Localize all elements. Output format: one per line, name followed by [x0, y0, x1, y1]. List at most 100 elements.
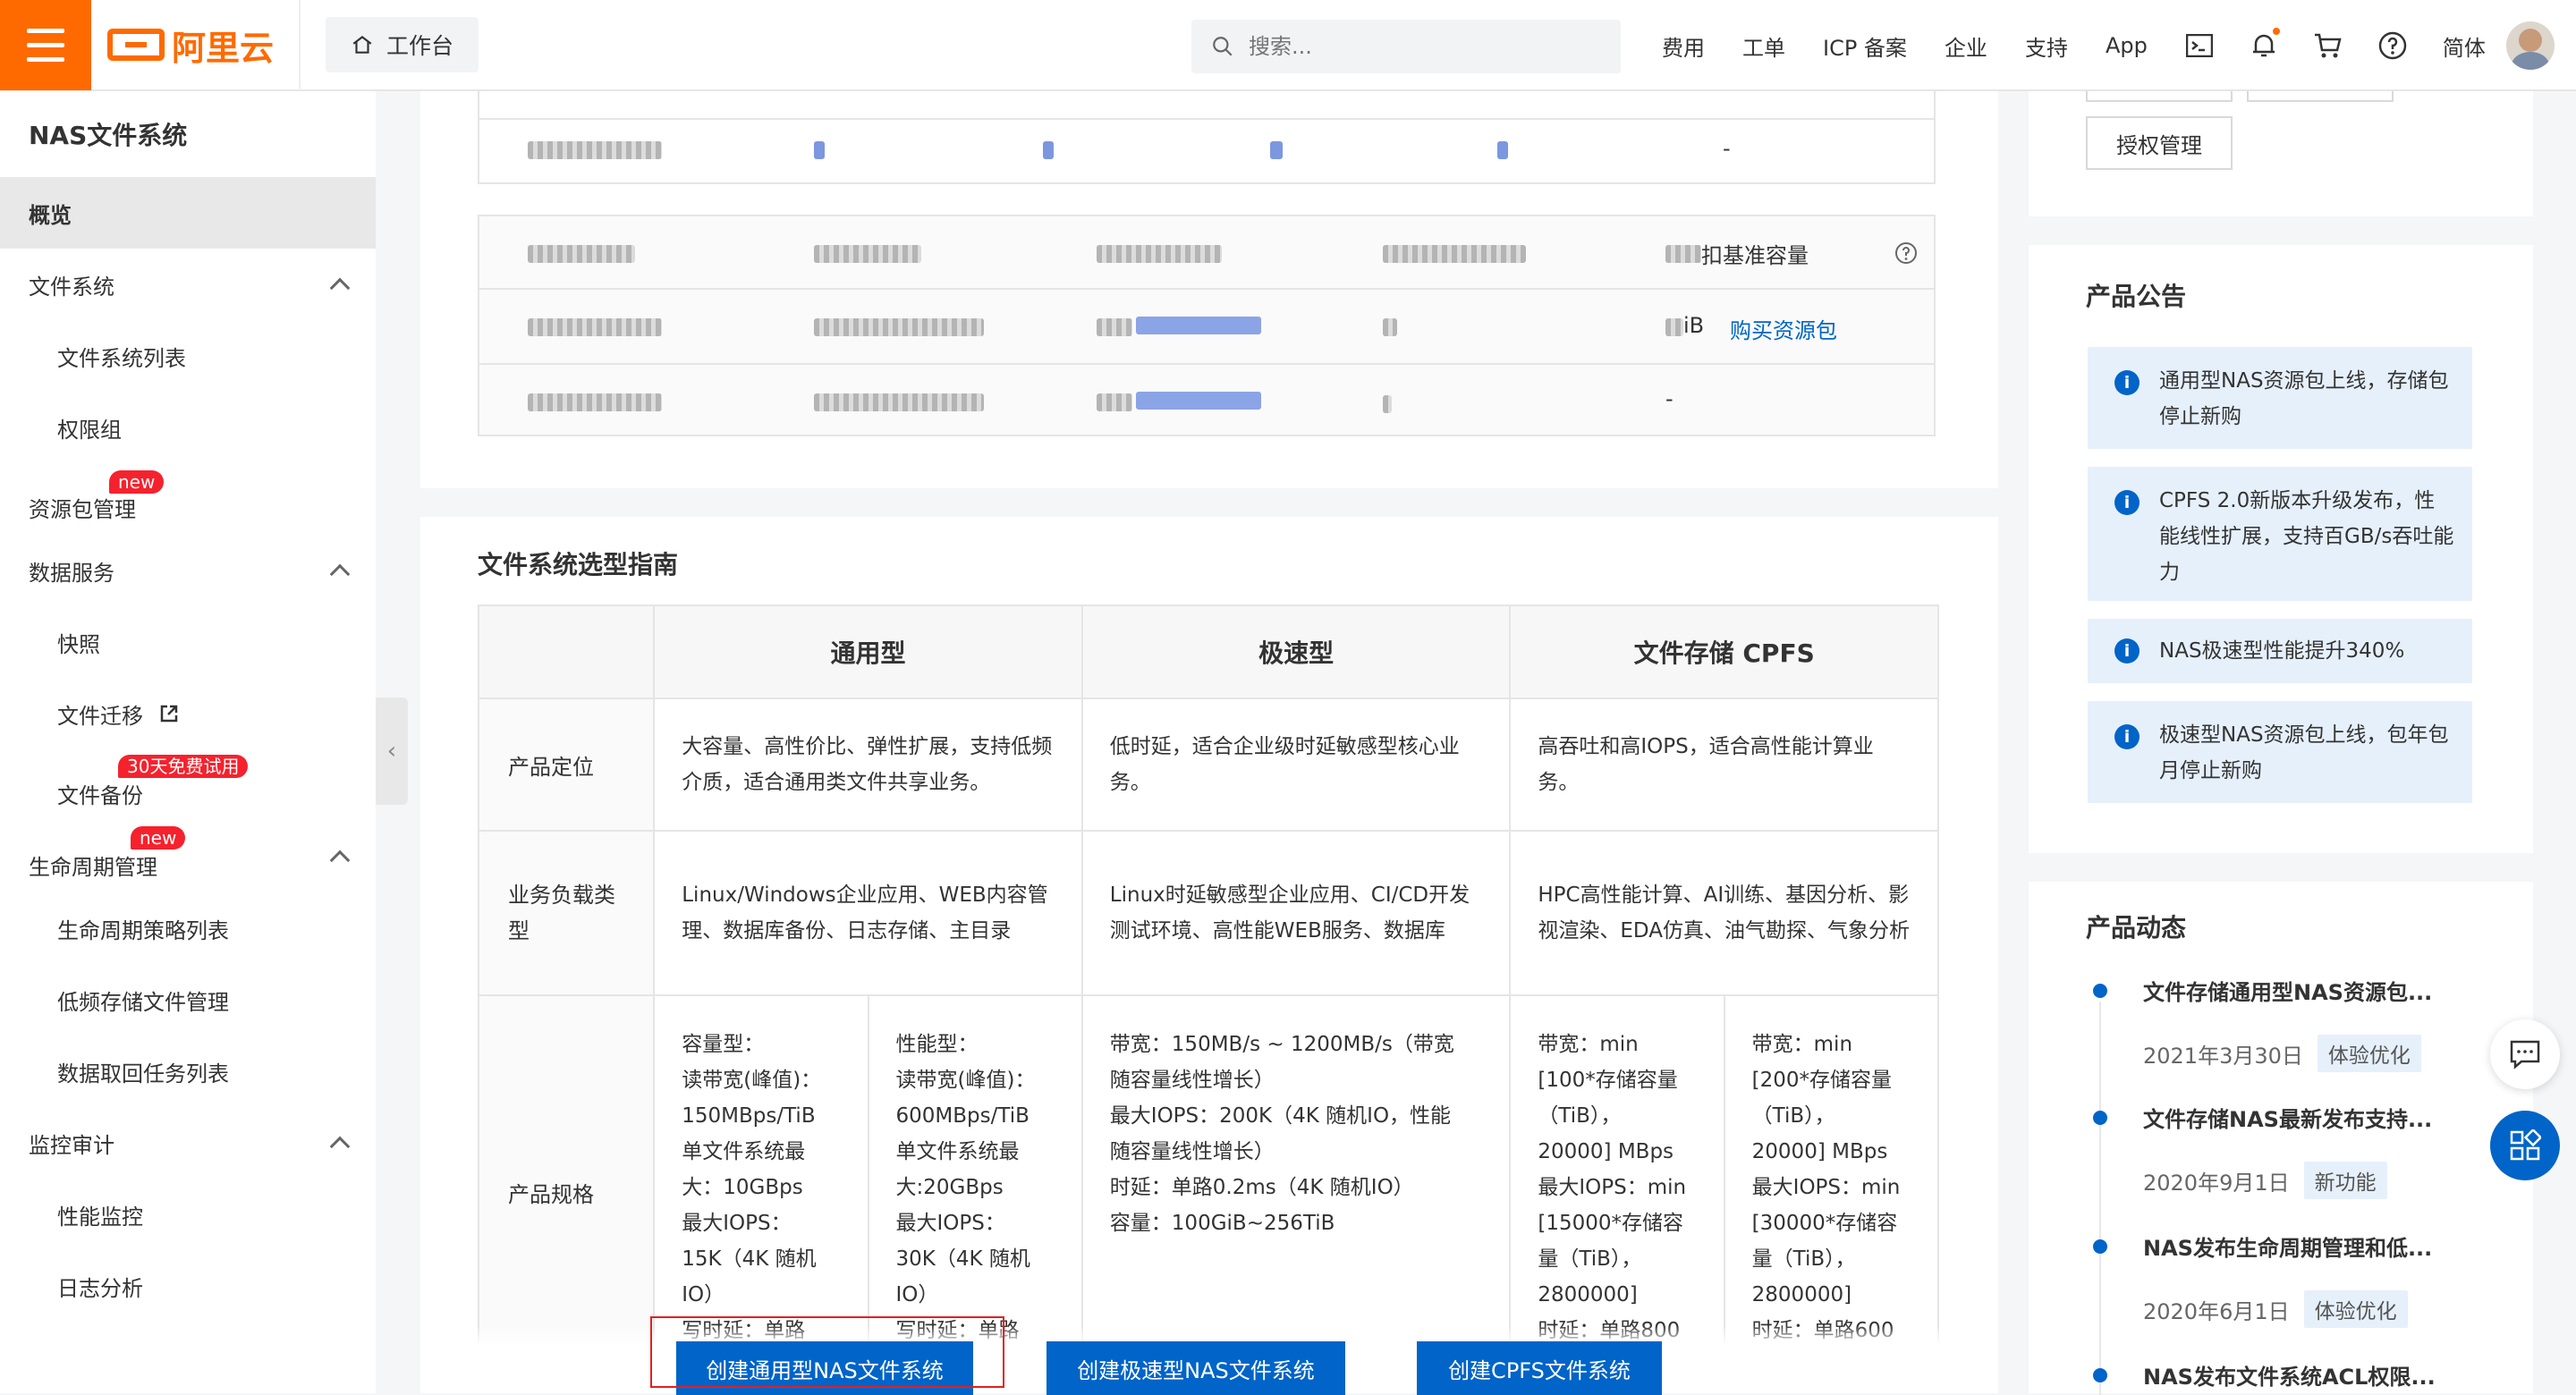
spec-line: 带宽：min [1751, 1033, 1853, 1056]
announcements-title: 产品公告 [2086, 282, 2187, 311]
buy-package-link[interactable]: 购买资源包 [1730, 313, 1837, 344]
spec-line: 性能型： [895, 1033, 979, 1056]
spec-line: 2800000] [1538, 1283, 1638, 1306]
sidebar-item-permission-group[interactable]: 权限组 [0, 392, 376, 463]
create-extreme-nas-button[interactable]: 创建极速型NAS文件系统 [1046, 1341, 1345, 1395]
dynamic-item[interactable]: NAS发布生命周期管理和低... 2020年6月1日 体验优化 [2088, 1230, 2463, 1328]
announcement-item[interactable]: i CPFS 2.0新版本升级发布，性能线性扩展，支持百GB/s吞吐能力 [2088, 467, 2472, 601]
nav-app[interactable]: App [2106, 33, 2148, 58]
sidebar-item-overview[interactable]: 概览 [0, 177, 376, 249]
spec-line: （TiB）， [1751, 1104, 1835, 1128]
highlight-box [650, 1316, 1004, 1388]
dynamic-title[interactable]: NAS发布生命周期管理和低... [2088, 1230, 2463, 1262]
guide-title: 文件系统选型指南 [478, 550, 679, 579]
bell-icon[interactable] [2250, 28, 2280, 60]
sidebar-item-label: 文件备份 [57, 782, 143, 808]
chevron-left-icon: ‹ [386, 738, 397, 765]
free-trial-badge: 30天免费试用 [118, 755, 249, 778]
nav-support[interactable]: 支持 [2025, 30, 2068, 62]
sidebar-item-label: 数据服务 [29, 560, 114, 586]
spec-line: 2800000] [1751, 1283, 1852, 1306]
help-icon[interactable] [2378, 31, 2407, 60]
feedback-button[interactable] [2490, 1019, 2560, 1089]
sidebar-item-label: 权限组 [57, 417, 122, 443]
app-grid-button[interactable] [2490, 1111, 2560, 1180]
spec-line: 容量型： [682, 1033, 765, 1056]
sidebar-item-lifecycle-policy[interactable]: 生命周期策略列表 [0, 892, 376, 964]
announcement-item[interactable]: i 通用型NAS资源包上线，存储包停止新购 [2088, 347, 2472, 449]
spec-line: 大：10GBps [682, 1176, 803, 1199]
sidebar-group-monitoring[interactable]: 监控审计 [0, 1107, 376, 1179]
chat-icon [2510, 1040, 2540, 1070]
blurred-text [1383, 245, 1526, 263]
search-input[interactable] [1249, 34, 1589, 59]
menu-icon[interactable] [0, 0, 91, 90]
blurred-text [528, 393, 662, 411]
sidebar-collapse-handle[interactable]: ‹ [376, 698, 408, 805]
workbench-button[interactable]: 工作台 [326, 17, 479, 72]
spec-line: 量（TiB）， [1751, 1247, 1856, 1271]
dynamic-title[interactable]: 文件存储NAS最新发布支持... [2088, 1102, 2463, 1133]
aliyun-logo[interactable]: 阿里云 [107, 0, 301, 90]
sidebar-item-file-backup[interactable]: 文件备份 30天免费试用 [0, 749, 376, 821]
question-icon[interactable] [1894, 241, 1918, 265]
chevron-up-icon [329, 850, 351, 871]
sidebar-item-retrieval-tasks[interactable]: 数据取回任务列表 [0, 1036, 376, 1107]
sidebar-item-label: 快照 [57, 631, 100, 657]
sidebar-group-data-service[interactable]: 数据服务 [0, 535, 376, 606]
announcement-item[interactable]: i 极速型NAS资源包上线，包年包月停止新购 [2088, 701, 2472, 803]
language-switch[interactable]: 简体 [2443, 30, 2486, 62]
auth-management-button[interactable]: 授权管理 [2086, 116, 2233, 170]
terminal-icon[interactable] [2185, 31, 2214, 60]
sidebar-item-label: 概览 [29, 202, 72, 228]
search-box[interactable] [1191, 20, 1621, 73]
dynamic-item[interactable]: 文件存储NAS最新发布支持... 2020年9月1日 新功能 [2088, 1102, 2463, 1199]
row-label-workload: 业务负载类型 [477, 830, 656, 996]
dynamic-title[interactable]: 文件存储通用型NAS资源包... [2088, 975, 2463, 1006]
blurred-value [1043, 141, 1054, 159]
resource-table-bottom: 扣基准容量 iB 购买资源包 - [478, 215, 1936, 436]
sidebar-item-label: 性能监控 [57, 1204, 143, 1230]
chevron-up-icon [329, 563, 351, 585]
blurred-text [814, 245, 921, 263]
sidebar-item-resource-package[interactable]: 资源包管理 new [0, 463, 376, 535]
spec-line: 读带宽(峰值)： [682, 1069, 822, 1092]
sidebar-item-snapshot[interactable]: 快照 [0, 606, 376, 678]
sidebar-item-label: 低频存储文件管理 [57, 989, 229, 1015]
nav-icp[interactable]: ICP 备案 [1823, 30, 1907, 62]
spec-line: 30K（4K 随机 [895, 1247, 1030, 1271]
button-stub [2247, 91, 2394, 102]
sidebar-item-log-analysis[interactable]: 日志分析 [0, 1250, 376, 1322]
nav-enterprise[interactable]: 企业 [1945, 30, 1987, 62]
create-cpfs-button[interactable]: 创建CPFS文件系统 [1417, 1341, 1662, 1395]
sidebar-item-file-migration[interactable]: 文件迁移 [0, 678, 376, 749]
col-general: 通用型 [653, 604, 1083, 699]
cell-general-workload: Linux/Windows企业应用、WEB内容管理、数据库备份、日志存储、主目录 [653, 830, 1083, 996]
sidebar-item-filesystem-list[interactable]: 文件系统列表 [0, 320, 376, 392]
sidebar-group-filesystem[interactable]: 文件系统 [0, 249, 376, 320]
chevron-up-icon [329, 1136, 351, 1157]
blurred-value [1383, 318, 1397, 336]
table-corner [477, 604, 656, 699]
sidebar-group-lifecycle[interactable]: 生命周期管理 new [0, 821, 376, 892]
dynamic-item[interactable]: NAS发布文件系统ACL权限... [2088, 1359, 2463, 1391]
nav-billing[interactable]: 费用 [1662, 30, 1705, 62]
cart-icon[interactable] [2314, 31, 2343, 60]
sidebar-item-performance-monitoring[interactable]: 性能监控 [0, 1179, 376, 1250]
timeline-dot [2093, 984, 2107, 998]
sidebar-item-ia-file-management[interactable]: 低频存储文件管理 [0, 964, 376, 1036]
spec-line: 最大IOPS： [682, 1212, 792, 1235]
external-link-icon [160, 705, 178, 723]
blurred-link [1136, 392, 1261, 410]
avatar[interactable] [2506, 21, 2555, 70]
sidebar-item-label: 文件系统列表 [57, 345, 186, 371]
dynamic-meta: 2021年3月30日 体验优化 [2088, 1035, 2463, 1072]
nav-tickets[interactable]: 工单 [1742, 30, 1785, 62]
sidebar-item-label: 资源包管理 [29, 496, 136, 522]
announcement-text: NAS极速型性能提升340% [2159, 639, 2405, 663]
spec-line: 最大IOPS：200K（4K 随机IO，性能 [1109, 1104, 1452, 1128]
dynamic-item[interactable]: 文件存储通用型NAS资源包... 2021年3月30日 体验优化 [2088, 975, 2463, 1072]
dynamic-title[interactable]: NAS发布文件系统ACL权限... [2088, 1359, 2463, 1391]
home-icon [352, 35, 372, 54]
announcement-item[interactable]: i NAS极速型性能提升340% [2088, 619, 2472, 683]
